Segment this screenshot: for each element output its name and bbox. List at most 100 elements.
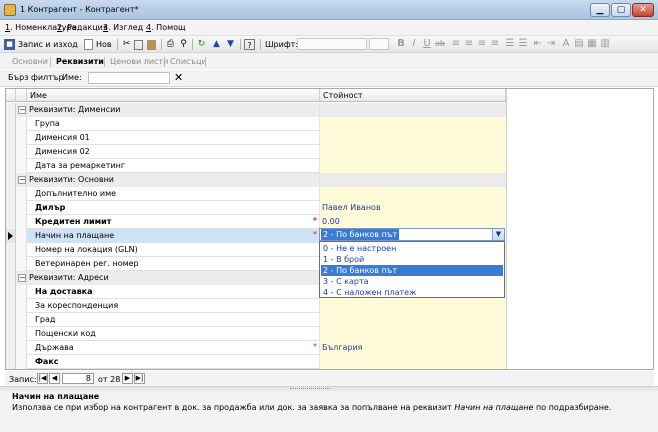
row-value[interactable] — [320, 187, 506, 201]
prev-record-button[interactable]: ◀ — [49, 373, 60, 384]
row-indicator — [6, 327, 16, 341]
row-value[interactable] — [320, 327, 506, 341]
menu-edit[interactable]: 2. Редакция — [57, 23, 108, 32]
group-row-basic[interactable]: − Реквизити: Основни — [6, 173, 506, 187]
align-center-icon[interactable]: ≡ — [463, 38, 475, 50]
tab-price-lists[interactable]: Ценови листи — [110, 57, 168, 66]
bold-button[interactable]: B — [395, 38, 407, 50]
record-number-input[interactable]: 8 — [62, 373, 94, 384]
justify-icon[interactable]: ≡ — [489, 38, 501, 50]
cut-button[interactable]: ✂ — [121, 38, 132, 51]
table-row[interactable]: Град — [6, 313, 506, 327]
dropdown-option[interactable]: 1 - В брой — [321, 254, 503, 265]
row-indicator — [6, 159, 16, 173]
row-name: Дименсия 01 — [27, 131, 320, 145]
table-row[interactable]: Дименсия 02 — [6, 145, 506, 159]
paste-button[interactable] — [147, 38, 156, 51]
help-button[interactable]: ? — [244, 38, 255, 51]
tab-requisites[interactable]: Реквизити — [56, 57, 104, 66]
table-row[interactable]: Допълнително име — [6, 187, 506, 201]
header-indicator — [6, 89, 16, 102]
row-value[interactable] — [320, 313, 506, 327]
header-value[interactable]: Стойност — [320, 89, 506, 102]
row-value[interactable] — [320, 145, 506, 159]
minimize-button[interactable]: ▁ — [590, 3, 610, 17]
row-value[interactable] — [320, 117, 506, 131]
numbered-list-icon[interactable]: ☰ — [517, 38, 529, 50]
underline-button[interactable]: U — [421, 38, 433, 50]
print-button[interactable]: ⎙ — [165, 38, 176, 51]
tab-separator — [104, 57, 105, 67]
row-value[interactable]: Павел Иванов — [320, 201, 506, 215]
navigator-label: Запис: — [9, 375, 37, 384]
dropdown-option[interactable]: 4 - С наложен платеж — [321, 287, 503, 298]
table-row[interactable]: Дата за ремаркетинг — [6, 159, 506, 173]
group-row-dimensions[interactable]: − Реквизити: Дименсии — [6, 103, 506, 117]
next-record-button[interactable]: ▶ — [122, 373, 133, 384]
copy-button[interactable] — [134, 38, 143, 51]
last-record-button[interactable]: ▶| — [134, 373, 145, 384]
maximize-button[interactable]: ▢ — [611, 3, 631, 17]
row-name-text: Държава — [35, 343, 74, 352]
dropdown-option[interactable]: 0 - Не е настроен — [321, 243, 503, 254]
table-row[interactable]: Дименсия 01 — [6, 131, 506, 145]
table-row[interactable]: Дилър Павел Иванов — [6, 201, 506, 215]
italic-button[interactable]: I — [408, 38, 420, 50]
row-value[interactable] — [320, 131, 506, 145]
collapse-icon[interactable]: − — [18, 274, 26, 282]
row-value[interactable] — [320, 159, 506, 173]
highlight-icon[interactable]: ▤ — [573, 38, 585, 50]
row-name: За кореспонденция — [27, 299, 320, 313]
first-record-button[interactable]: |◀ — [37, 373, 48, 384]
collapse-icon[interactable]: − — [18, 176, 26, 184]
row-value[interactable] — [320, 299, 506, 313]
dropdown-option-selected[interactable]: 2 - По банков път — [321, 265, 503, 276]
new-button[interactable]: Нов — [84, 38, 112, 51]
find-button[interactable]: ⚲ — [178, 38, 189, 51]
filter-input[interactable] — [88, 72, 170, 84]
chevron-down-icon[interactable]: ▼ — [492, 229, 504, 240]
clear-format-icon[interactable]: ▦ — [586, 38, 598, 50]
clear-filter-icon[interactable]: ✕ — [174, 71, 183, 84]
align-right-icon[interactable]: ≡ — [476, 38, 488, 50]
tab-basic[interactable]: Основни — [12, 57, 48, 66]
save-exit-label: Запис и изход — [18, 40, 78, 49]
row-indicator — [6, 341, 16, 355]
collapse-icon[interactable]: − — [18, 106, 26, 114]
row-indicator — [6, 215, 16, 229]
description-text-part: Използва се при избор на контрагент в до… — [12, 403, 455, 412]
move-down-button[interactable]: ▼ — [225, 38, 236, 51]
combo-value: 2 - По банков път — [321, 229, 400, 240]
header-name[interactable]: Име — [27, 89, 320, 102]
bullet-list-icon[interactable]: ☰ — [504, 38, 516, 50]
menu-label: . Помощ — [151, 23, 186, 32]
table-row[interactable]: Факс — [6, 355, 506, 369]
refresh-button[interactable]: ↻ — [196, 38, 207, 51]
outdent-icon[interactable]: ⇤ — [532, 38, 544, 50]
row-expander — [16, 117, 27, 131]
payment-method-combo[interactable]: 2 - По банков път ▼ — [319, 228, 505, 241]
menu-help[interactable]: 4. Помощ — [146, 23, 186, 32]
table-row[interactable]: Държава * България — [6, 341, 506, 355]
indent-icon[interactable]: ⇥ — [545, 38, 557, 50]
table-row[interactable]: Пощенски код — [6, 327, 506, 341]
row-value[interactable]: 0.00 — [320, 215, 506, 229]
table-row[interactable]: Група — [6, 117, 506, 131]
save-exit-button[interactable]: ■ Запис и изход — [4, 38, 78, 51]
table-row[interactable]: Кредитен лимит * 0.00 — [6, 215, 506, 229]
font-color-icon[interactable]: A — [560, 38, 572, 50]
row-value[interactable]: България — [320, 341, 506, 355]
tab-lists[interactable]: Списъци — [170, 57, 207, 66]
align-left-icon[interactable]: ≡ — [450, 38, 462, 50]
font-name-select[interactable] — [297, 38, 367, 50]
table-row[interactable]: За кореспонденция — [6, 299, 506, 313]
table-icon[interactable]: ▥ — [599, 38, 611, 50]
close-button[interactable]: ✕ — [632, 3, 654, 17]
strike-button[interactable]: ab — [434, 38, 446, 50]
row-value[interactable] — [320, 355, 506, 369]
dropdown-option[interactable]: 3 - С карта — [321, 276, 503, 287]
font-size-select[interactable] — [369, 38, 389, 50]
menu-view[interactable]: 3. Изглед — [103, 23, 143, 32]
row-indicator — [6, 187, 16, 201]
move-up-button[interactable]: ▲ — [211, 38, 222, 51]
